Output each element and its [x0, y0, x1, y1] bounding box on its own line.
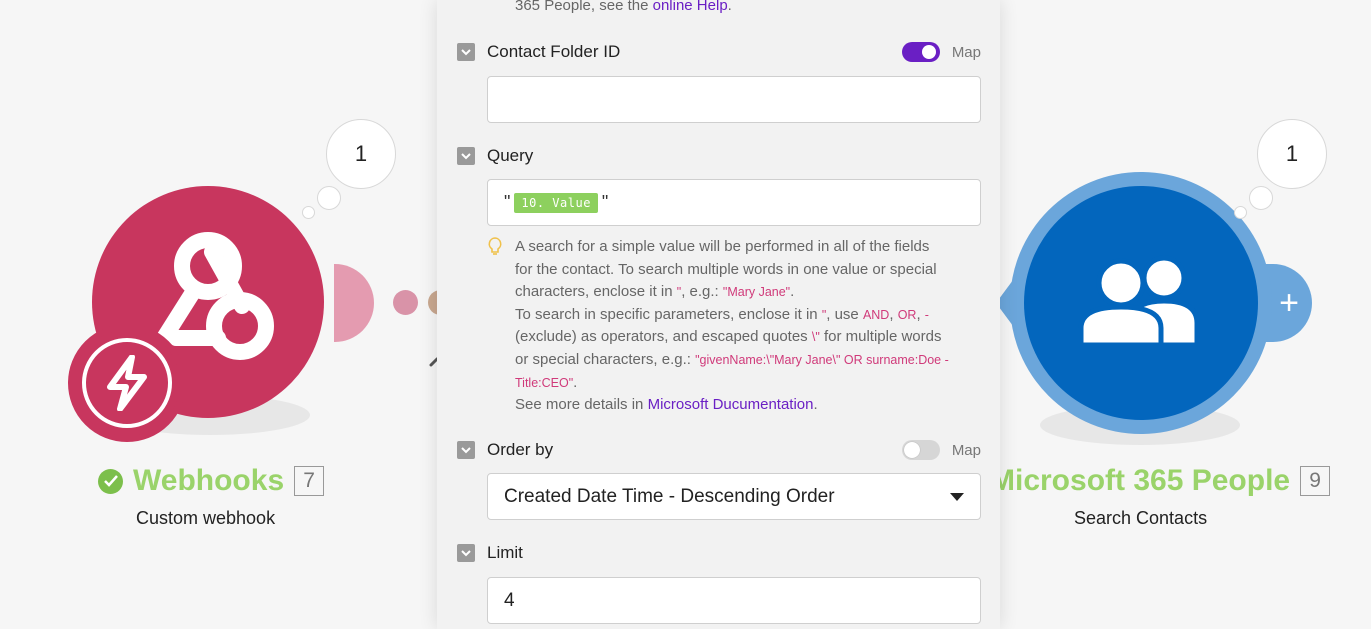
hint-text: or special characters, e.g.: — [515, 350, 696, 368]
query-row: Query — [457, 144, 981, 168]
module-name: Microsoft 365 People — [990, 464, 1291, 497]
field-label: Contact Folder ID — [487, 42, 621, 61]
hint-text: See more details in — [515, 396, 648, 414]
instant-trigger-badge — [68, 324, 186, 442]
module-subtitle: Search Contacts — [1074, 508, 1208, 528]
module-id-badge: 7 — [294, 466, 325, 496]
check-icon — [98, 468, 123, 494]
microsoft-365-people-module[interactable] — [1010, 172, 1272, 434]
contact-folder-input[interactable] — [487, 76, 981, 123]
hint-line: (exclude) as operators, and escaped quot… — [515, 326, 985, 349]
hint-text: , use — [826, 305, 863, 323]
collapse-checkbox[interactable] — [457, 441, 475, 459]
bubble-count: 1 — [354, 141, 368, 166]
plus-icon: + — [1279, 283, 1299, 322]
help-text: 365 People, see the online Help. — [515, 0, 732, 14]
hint-line: A search for a simple value will be perf… — [515, 238, 930, 255]
order-by-select[interactable]: Created Date Time - Descending Order — [487, 473, 981, 520]
hint-code: OR — [897, 307, 917, 322]
module-settings-panel: 365 People, see the online Help. Contact… — [437, 0, 1000, 629]
hint-text: To search in specific parameters, enclos… — [515, 305, 822, 323]
quote-close: " — [601, 192, 609, 212]
hint-line: See more details in Microsoft Ducumentat… — [515, 394, 985, 417]
scenario-canvas: 1 Webhooks 7 Custom webhook + 1 Microsof… — [0, 0, 1371, 629]
collapse-checkbox[interactable] — [457, 544, 475, 562]
hint-text: . — [790, 283, 795, 301]
hint-code: \" — [811, 330, 820, 345]
hint-text: . — [813, 396, 818, 414]
lightning-icon — [107, 355, 147, 411]
limit-input[interactable]: 4 — [487, 577, 981, 624]
collapse-checkbox[interactable] — [457, 43, 475, 61]
quote-open: " — [504, 192, 511, 212]
map-label: Map — [951, 441, 981, 459]
add-module-button[interactable]: + — [1266, 264, 1312, 342]
chevron-down-icon — [461, 446, 471, 453]
module-id-badge: 9 — [1300, 466, 1331, 496]
map-label: Map — [951, 43, 981, 61]
hint-code: - — [924, 307, 929, 322]
bubble-count: 1 — [1285, 141, 1299, 166]
hint-text: (exclude) as operators, and escaped quot… — [515, 328, 812, 346]
selected-option: Created Date Time - Descending Order — [504, 485, 835, 507]
hint-code: "givenName:\"Mary Jane\" OR surname:Doe … — [695, 352, 949, 367]
hint-line: To search in specific parameters, enclos… — [515, 304, 985, 327]
order-by-row: Order by Map — [457, 438, 981, 462]
bubble-tail — [1234, 206, 1247, 219]
operations-bubble[interactable]: 1 — [326, 119, 396, 189]
microsoft-documentation-link[interactable]: Microsoft Ducumentation — [648, 396, 814, 413]
hint-line: or special characters, e.g.: "givenName:… — [515, 349, 985, 372]
mapped-value-pill[interactable]: 10. Value — [514, 192, 598, 213]
hint-line: characters, enclose it in ", e.g.: "Mary… — [515, 281, 985, 304]
query-hint: A search for a simple value will be perf… — [515, 236, 985, 417]
hint-code: AND — [862, 307, 890, 322]
contact-folder-row: Contact Folder ID Map — [457, 40, 981, 64]
bubble-tail — [302, 206, 315, 219]
field-label: Limit — [487, 543, 523, 562]
help-text-prefix: 365 People, see the — [515, 0, 653, 14]
caret-down-icon — [950, 492, 964, 501]
people-icon — [1078, 255, 1200, 348]
field-label: Order by — [487, 440, 554, 459]
map-toggle[interactable] — [901, 42, 940, 62]
hint-text: characters, enclose it in — [515, 283, 677, 301]
chevron-down-icon — [461, 48, 471, 55]
operations-bubble[interactable]: 1 — [1257, 119, 1327, 189]
hint-line: for the contact. To search multiple word… — [515, 260, 937, 278]
lightbulb-icon — [488, 237, 502, 255]
hint-text: , — [916, 305, 925, 323]
help-text-suffix: . — [727, 0, 732, 14]
hint-code: Title:CEO" — [515, 375, 574, 390]
query-input[interactable]: " 10. Value " — [487, 179, 981, 226]
chevron-down-icon — [461, 152, 471, 159]
chevron-down-icon — [461, 549, 471, 556]
map-toggle[interactable] — [901, 440, 940, 460]
module-name: Webhooks — [133, 464, 285, 497]
webhooks-title-row: Webhooks 7 — [98, 464, 325, 498]
hint-text: , — [889, 305, 898, 323]
hint-code: "Mary Jane" — [722, 285, 791, 300]
webhook-connector[interactable] — [334, 264, 374, 342]
microsoft-title-row: Microsoft 365 People 9 — [990, 464, 1331, 498]
field-label: Query — [487, 146, 534, 165]
online-help-link[interactable]: online Help — [653, 0, 728, 14]
hint-text: for multiple words — [819, 328, 942, 346]
hint-line: Title:CEO". — [515, 372, 985, 395]
limit-row: Limit — [457, 541, 981, 565]
collapse-checkbox[interactable] — [457, 147, 475, 165]
hint-text: . — [573, 373, 578, 391]
bubble-tail — [317, 186, 341, 210]
hint-text: , e.g.: — [681, 283, 723, 301]
module-subtitle: Custom webhook — [136, 508, 276, 528]
route-dot — [393, 290, 418, 315]
bubble-tail — [1249, 186, 1273, 210]
